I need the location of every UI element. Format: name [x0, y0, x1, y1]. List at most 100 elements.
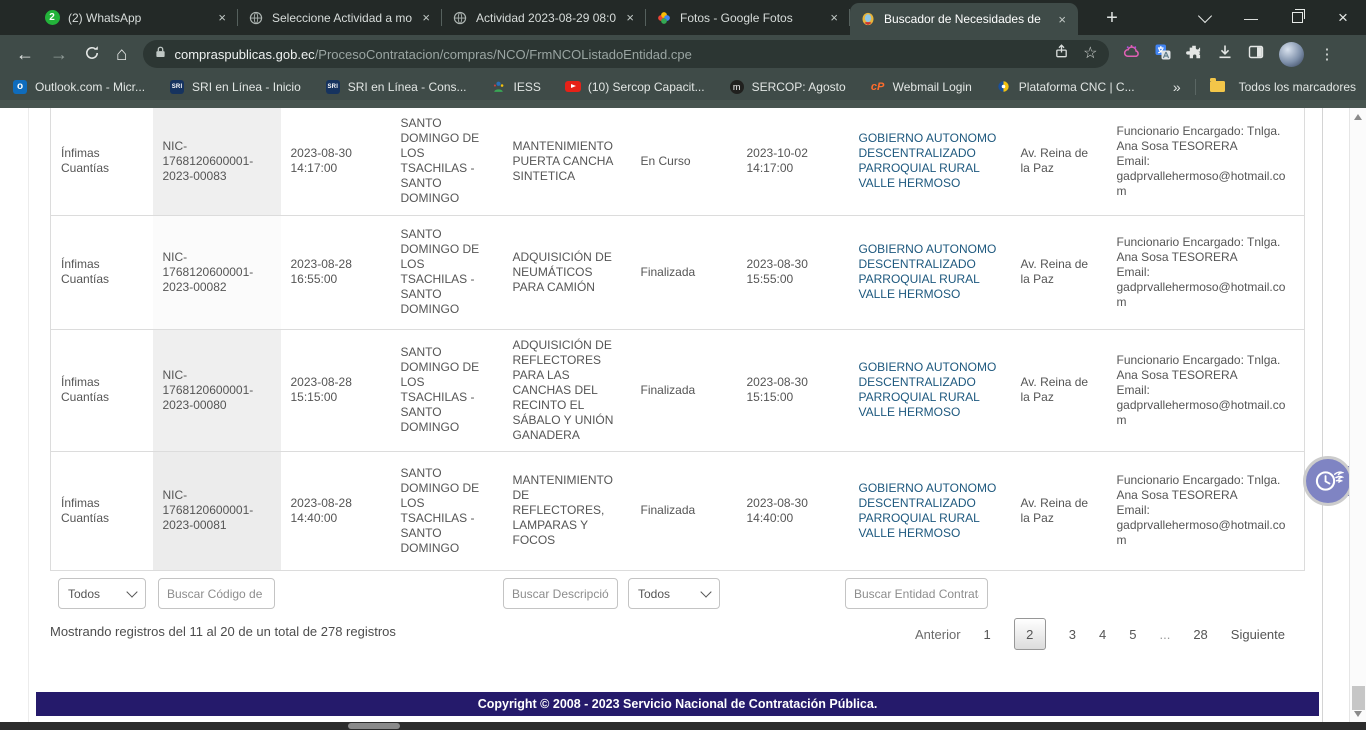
profile-avatar[interactable]	[1279, 42, 1304, 67]
page-4-button[interactable]: 4	[1099, 627, 1106, 642]
tab-search-icon[interactable]	[1182, 0, 1228, 35]
page-1-button[interactable]: 1	[984, 627, 991, 642]
type-filter-select[interactable]: Todos	[58, 578, 146, 609]
cell-process-code: NIC-1768120600001-2023-00080	[153, 329, 281, 451]
previous-page-button[interactable]: Anterior	[915, 627, 961, 642]
chevron-down-icon	[1198, 8, 1212, 22]
scroll-up-arrow[interactable]	[1354, 114, 1362, 120]
cell-location: SANTO DOMINGO DE LOS TSACHILAS - SANTO D…	[391, 108, 503, 215]
status-filter-select[interactable]: Todos	[628, 578, 720, 609]
entity-link[interactable]: GOBIERNO AUTONOMO DESCENTRALIZADO PARROQ…	[859, 481, 997, 540]
bookmark-outlook[interactable]: o Outlook.com - Micr...	[12, 79, 145, 95]
downloads-icon[interactable]	[1217, 44, 1233, 65]
close-tab-icon[interactable]: ×	[828, 10, 840, 25]
bookmark-iess[interactable]: IESS	[491, 79, 541, 95]
cell-address: Av. Reina de la Paz	[1011, 451, 1107, 570]
translate-extension-icon[interactable]	[1155, 44, 1171, 65]
back-button[interactable]: ←	[16, 45, 34, 63]
bookmark-sercop-youtube[interactable]: (10) Sercop Capacit...	[565, 79, 705, 95]
tab-title: (2) WhatsApp	[68, 11, 208, 25]
description-search-input[interactable]	[503, 578, 618, 609]
records-summary: Mostrando registros del 11 al 20 de un t…	[50, 624, 396, 639]
extensions-puzzle-icon[interactable]	[1186, 44, 1202, 65]
bookmark-sri-inicio[interactable]: SRI SRI en Línea - Inicio	[169, 79, 301, 95]
cloud-extension-icon[interactable]	[1123, 44, 1140, 64]
select-value: Todos	[68, 587, 100, 601]
outlook-icon: o	[12, 79, 28, 95]
bookmark-sercop-agosto[interactable]: m SERCOP: Agosto	[729, 79, 846, 95]
restore-button[interactable]	[1274, 0, 1320, 35]
minimize-button[interactable]: —	[1228, 0, 1274, 35]
scroll-down-arrow[interactable]	[1354, 711, 1362, 717]
tab-title: Seleccione Actividad a modi	[272, 11, 412, 25]
tab-whatsapp[interactable]: 2 (2) WhatsApp ×	[34, 0, 238, 35]
page-5-button[interactable]: 5	[1129, 627, 1136, 642]
tab-strip: 2 (2) WhatsApp × Seleccione Actividad a …	[0, 0, 1366, 35]
globe-icon	[248, 10, 264, 26]
tab-google-fotos[interactable]: Fotos - Google Fotos ×	[646, 0, 850, 35]
entity-link[interactable]: GOBIERNO AUTONOMO DESCENTRALIZADO PARROQ…	[859, 131, 997, 190]
bookmark-label: SERCOP: Agosto	[752, 80, 846, 94]
tab-title: Actividad 2023-08-29 08:00:	[476, 11, 616, 25]
cell-status: En Curso	[631, 108, 737, 215]
browser-menu-icon[interactable]: ⋮	[1319, 45, 1334, 63]
address-bar[interactable]: compraspublicas.gob.ec/ProcesoContrataci…	[143, 40, 1109, 68]
share-icon[interactable]	[1054, 44, 1069, 64]
contact-email: Email: gadprvallehermoso@hotmail.com	[1117, 383, 1295, 428]
bookmark-webmail[interactable]: cP Webmail Login	[870, 79, 972, 95]
horizontal-scrollbar[interactable]	[0, 722, 1366, 730]
browser-toolbar: ← → ⌂ compraspublicas.gob.ec/ProcesoCont…	[0, 35, 1366, 73]
bookmarks-overflow-chevron[interactable]: »	[1173, 79, 1181, 95]
tab-buscador-necesidades[interactable]: Buscador de Necesidades de ×	[850, 3, 1078, 35]
copyright-text: Copyright © 2008 - 2023 Servicio Naciona…	[478, 697, 878, 711]
page-2-button-active[interactable]: 2	[1014, 618, 1046, 650]
folder-icon	[1210, 81, 1225, 92]
page-28-button[interactable]: 28	[1193, 627, 1207, 642]
side-panel-icon[interactable]	[1248, 44, 1264, 65]
close-tab-icon[interactable]: ×	[420, 10, 432, 25]
browser-window: 2 (2) WhatsApp × Seleccione Actividad a …	[0, 0, 1366, 730]
entity-link[interactable]: GOBIERNO AUTONOMO DESCENTRALIZADO PARROQ…	[859, 360, 997, 419]
cell-contact: Funcionario Encargado: Tnlga. Ana Sosa T…	[1107, 215, 1305, 329]
table-row: Ínfimas Cuantías NIC-1768120600001-2023-…	[51, 451, 1305, 570]
page-edge	[1322, 108, 1323, 722]
extensions-bar: ⋮	[1123, 42, 1334, 67]
contact-email: Email: gadprvallehermoso@hotmail.com	[1117, 503, 1295, 548]
bookmark-label: Plataforma CNC | C...	[1019, 80, 1135, 94]
lock-icon[interactable]	[155, 45, 166, 64]
cell-description: MANTENIMIENTO DE REFLECTORES, LAMPARAS Y…	[503, 451, 631, 570]
contact-email: Email: gadprvallehermoso@hotmail.com	[1117, 154, 1295, 199]
next-page-button[interactable]: Siguiente	[1231, 627, 1285, 642]
all-bookmarks-label[interactable]: Todos los marcadores	[1239, 80, 1356, 94]
vertical-scrollbar[interactable]	[1349, 108, 1366, 722]
bookmark-plataforma-cnc[interactable]: Plataforma CNC | C...	[996, 79, 1135, 95]
tab-title: Buscador de Necesidades de	[884, 12, 1048, 26]
table-row: Ínfimas Cuantías NIC-1768120600001-2023-…	[51, 215, 1305, 329]
page-3-button[interactable]: 3	[1069, 627, 1076, 642]
entity-search-input[interactable]	[845, 578, 988, 609]
bookmark-sri-consultas[interactable]: SRI SRI en Línea - Cons...	[325, 79, 467, 95]
tab-actividad[interactable]: Actividad 2023-08-29 08:00: ×	[442, 0, 646, 35]
tab-seleccione-actividad[interactable]: Seleccione Actividad a modi ×	[238, 0, 442, 35]
contact-name: Funcionario Encargado: Tnlga. Ana Sosa T…	[1117, 124, 1295, 154]
forward-button[interactable]: →	[50, 45, 68, 63]
home-button[interactable]: ⌂	[116, 45, 127, 64]
code-search-input[interactable]	[158, 578, 275, 609]
entity-link[interactable]: GOBIERNO AUTONOMO DESCENTRALIZADO PARROQ…	[859, 242, 997, 301]
horizontal-scrollbar-thumb[interactable]	[348, 723, 400, 729]
cell-end-date: 2023-08-30 15:55:00	[737, 215, 849, 329]
bookmark-label: SRI en Línea - Cons...	[348, 80, 467, 94]
close-tab-icon[interactable]: ×	[1056, 12, 1068, 27]
new-tab-button[interactable]: +	[1098, 4, 1126, 32]
close-tab-icon[interactable]: ×	[216, 10, 228, 25]
table-row: Ínfimas Cuantías NIC-1768120600001-2023-…	[51, 329, 1305, 451]
close-window-button[interactable]: ×	[1320, 0, 1366, 35]
url-domain: compraspublicas.gob.ec	[174, 47, 314, 62]
cell-status: Finalizada	[631, 215, 737, 329]
reload-button[interactable]	[84, 45, 100, 64]
vertical-scrollbar-thumb[interactable]	[1352, 686, 1365, 710]
contact-email: Email: gadprvallehermoso@hotmail.com	[1117, 265, 1295, 310]
floating-timer-button[interactable]	[1303, 456, 1353, 506]
close-tab-icon[interactable]: ×	[624, 10, 636, 25]
bookmark-star-icon[interactable]: ☆	[1083, 46, 1097, 62]
